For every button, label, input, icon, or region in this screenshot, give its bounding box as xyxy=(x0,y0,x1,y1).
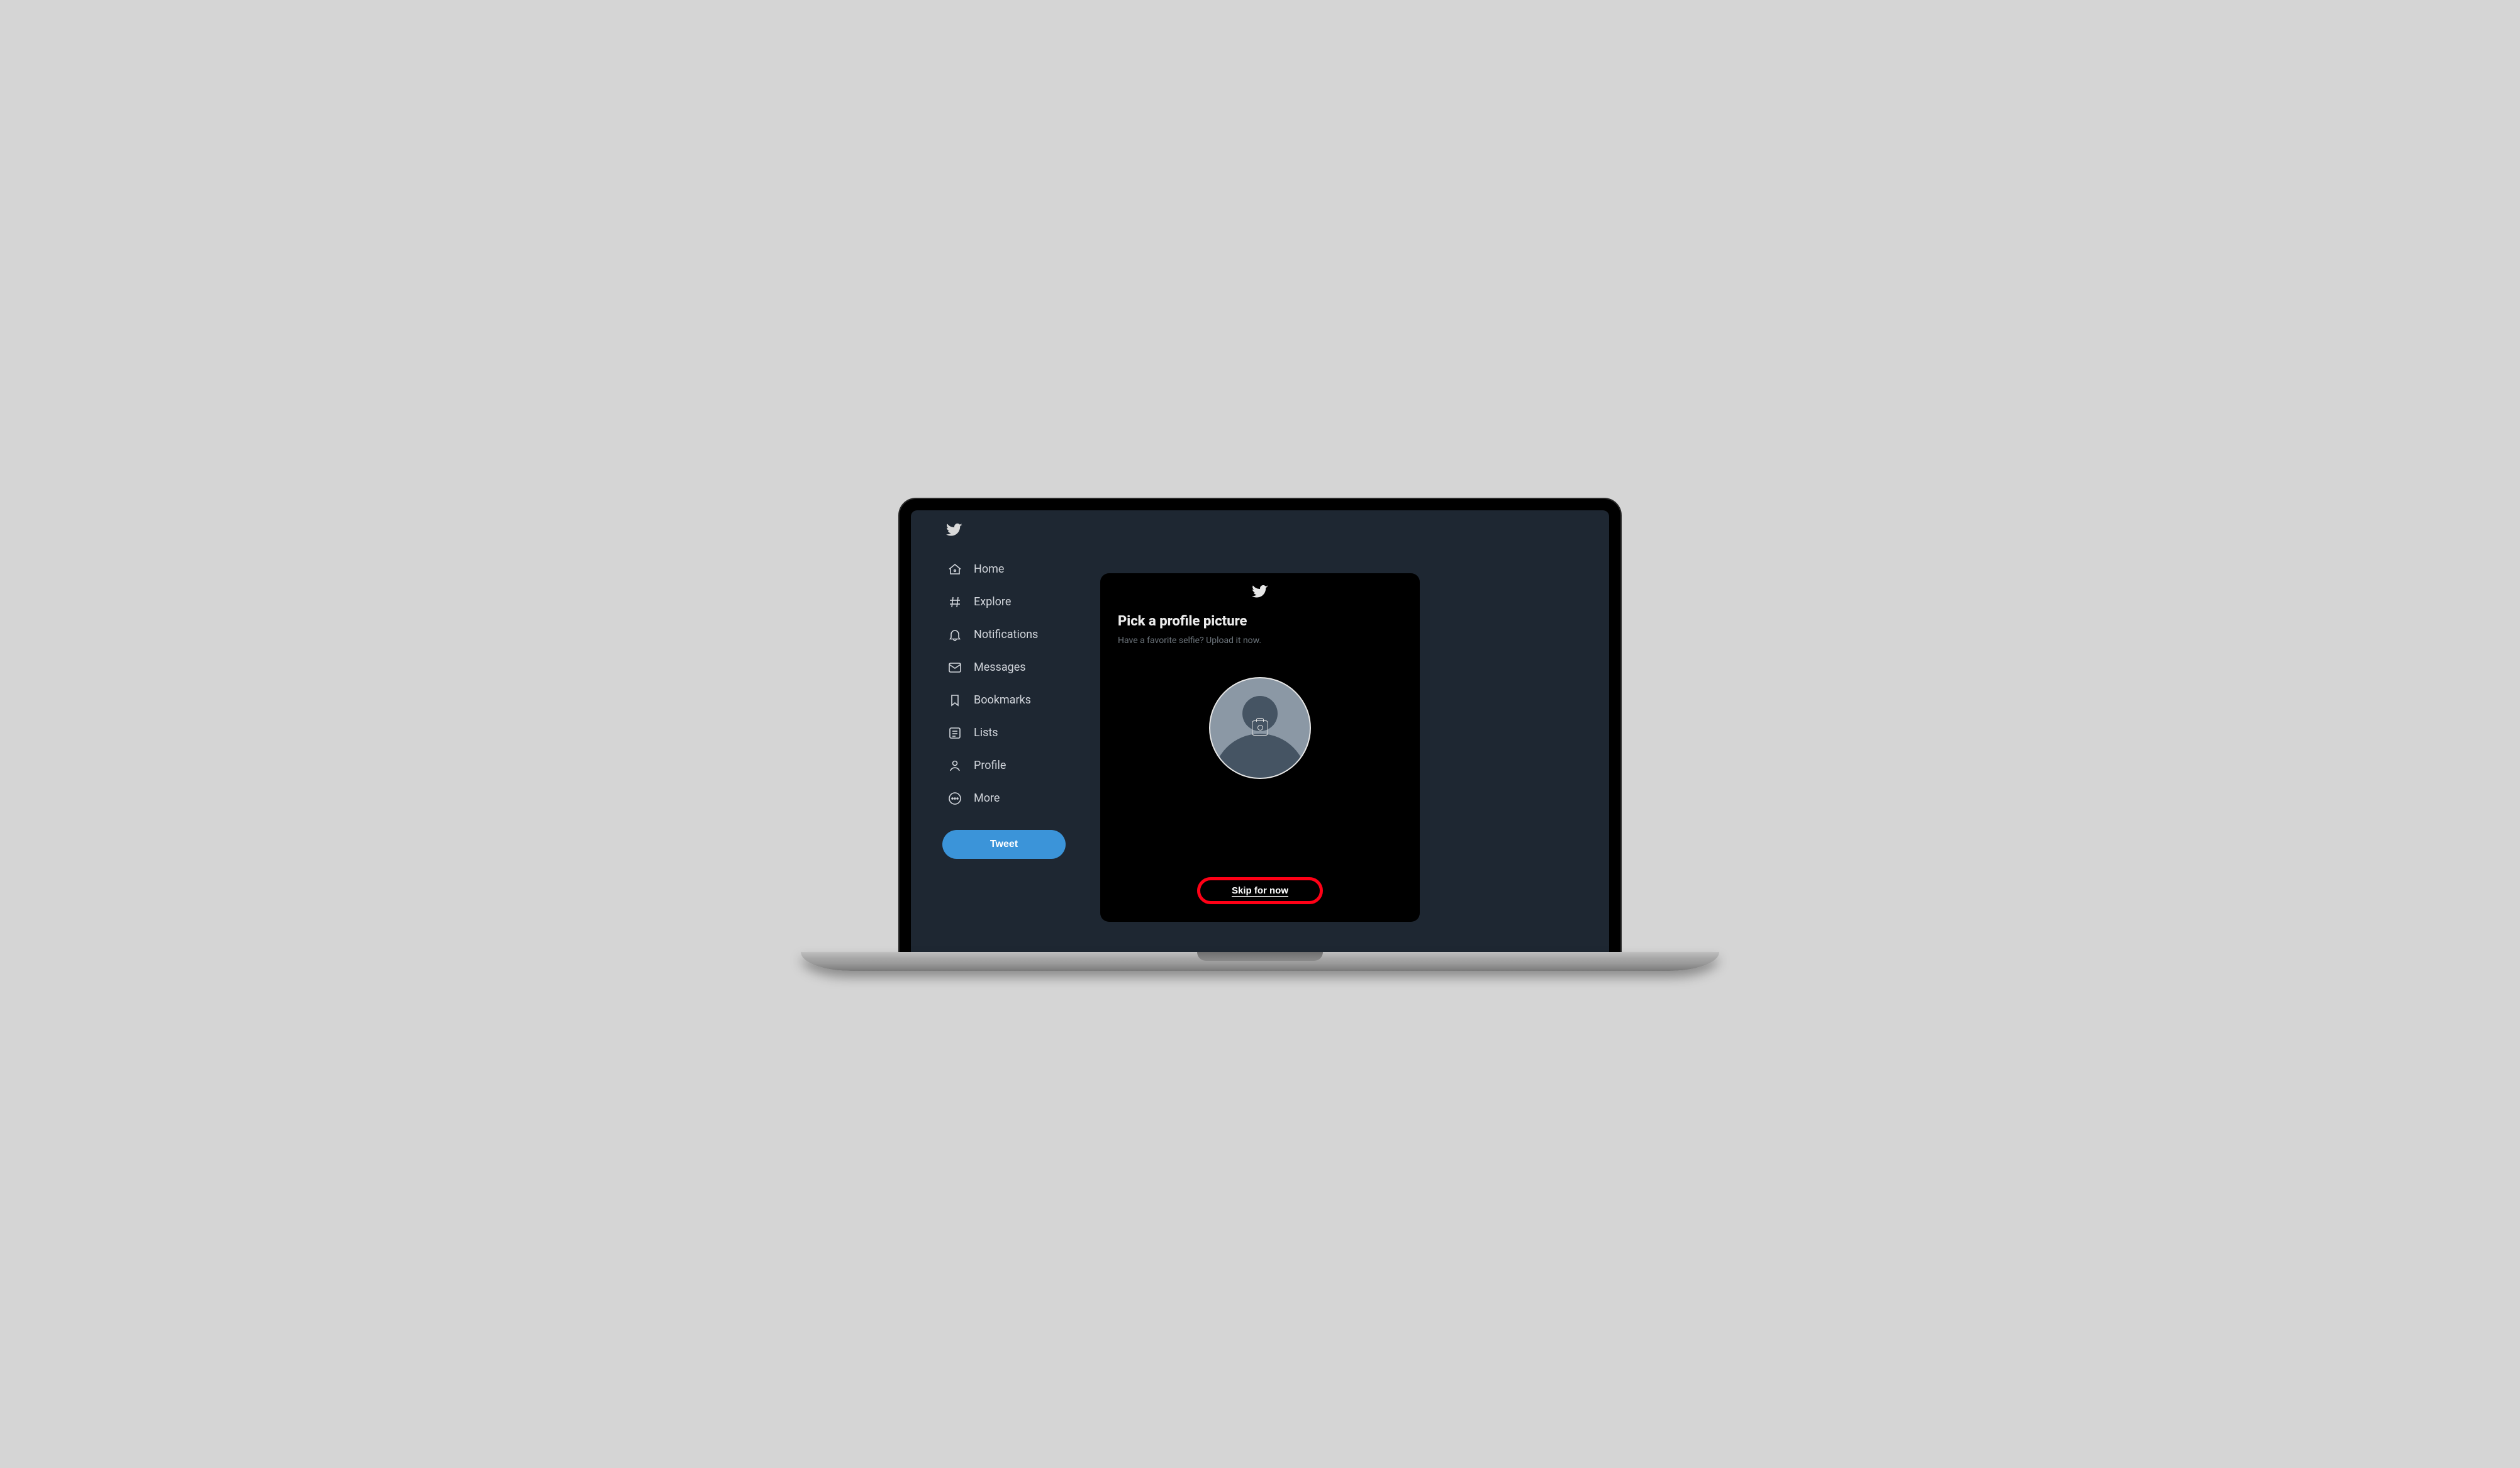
laptop-mockup: Home Explore Notifications xyxy=(801,498,1719,971)
sidebar-item-label: More xyxy=(974,792,1000,805)
sidebar: Home Explore Notifications xyxy=(911,510,1078,952)
modal-title: Pick a profile picture xyxy=(1118,614,1402,629)
envelope-icon xyxy=(947,660,962,675)
avatar-upload-area[interactable] xyxy=(1118,664,1402,871)
profile-picture-modal: Pick a profile picture Have a favorite s… xyxy=(1100,573,1420,922)
sidebar-item-label: Explore xyxy=(974,595,1011,608)
sidebar-item-label: Messages xyxy=(974,661,1026,674)
laptop-screen: Home Explore Notifications xyxy=(911,510,1609,952)
tweet-button[interactable]: Tweet xyxy=(942,830,1066,859)
twitter-bird-icon xyxy=(1252,583,1268,600)
skip-button[interactable]: Skip for now xyxy=(1232,885,1288,896)
sidebar-item-label: Notifications xyxy=(974,628,1038,641)
twitter-logo[interactable] xyxy=(942,522,1068,541)
sidebar-item-lists[interactable]: Lists xyxy=(942,718,1068,748)
sidebar-item-home[interactable]: Home xyxy=(942,554,1068,585)
sidebar-item-notifications[interactable]: Notifications xyxy=(942,620,1068,650)
modal-body: Pick a profile picture Have a favorite s… xyxy=(1100,614,1420,904)
annotation-highlight-ring: Skip for now xyxy=(1197,877,1323,904)
sidebar-item-bookmarks[interactable]: Bookmarks xyxy=(942,685,1068,715)
sidebar-item-explore[interactable]: Explore xyxy=(942,587,1068,617)
modal-twitter-logo xyxy=(1100,583,1420,602)
sidebar-item-label: Home xyxy=(974,563,1004,576)
avatar-placeholder[interactable] xyxy=(1209,677,1311,779)
laptop-base xyxy=(801,952,1719,971)
list-icon xyxy=(947,726,962,741)
home-icon xyxy=(947,562,962,577)
sidebar-item-label: Profile xyxy=(974,759,1006,772)
sidebar-item-more[interactable]: More xyxy=(942,783,1068,814)
sidebar-item-label: Lists xyxy=(974,726,998,739)
modal-subtitle: Have a favorite selfie? Upload it now. xyxy=(1118,636,1402,646)
camera-icon[interactable] xyxy=(1252,720,1268,736)
hashtag-icon xyxy=(947,595,962,610)
laptop-screen-frame: Home Explore Notifications xyxy=(898,498,1622,952)
bell-icon xyxy=(947,627,962,642)
sidebar-item-profile[interactable]: Profile xyxy=(942,751,1068,781)
sidebar-item-messages[interactable]: Messages xyxy=(942,653,1068,683)
bookmark-icon xyxy=(947,693,962,708)
more-icon xyxy=(947,791,962,806)
skip-button-container: Skip for now xyxy=(1118,877,1402,904)
sidebar-item-label: Bookmarks xyxy=(974,693,1031,707)
person-icon xyxy=(947,758,962,773)
laptop-notch xyxy=(1197,952,1323,961)
twitter-bird-icon xyxy=(946,522,962,538)
twitter-app: Home Explore Notifications xyxy=(911,510,1609,952)
